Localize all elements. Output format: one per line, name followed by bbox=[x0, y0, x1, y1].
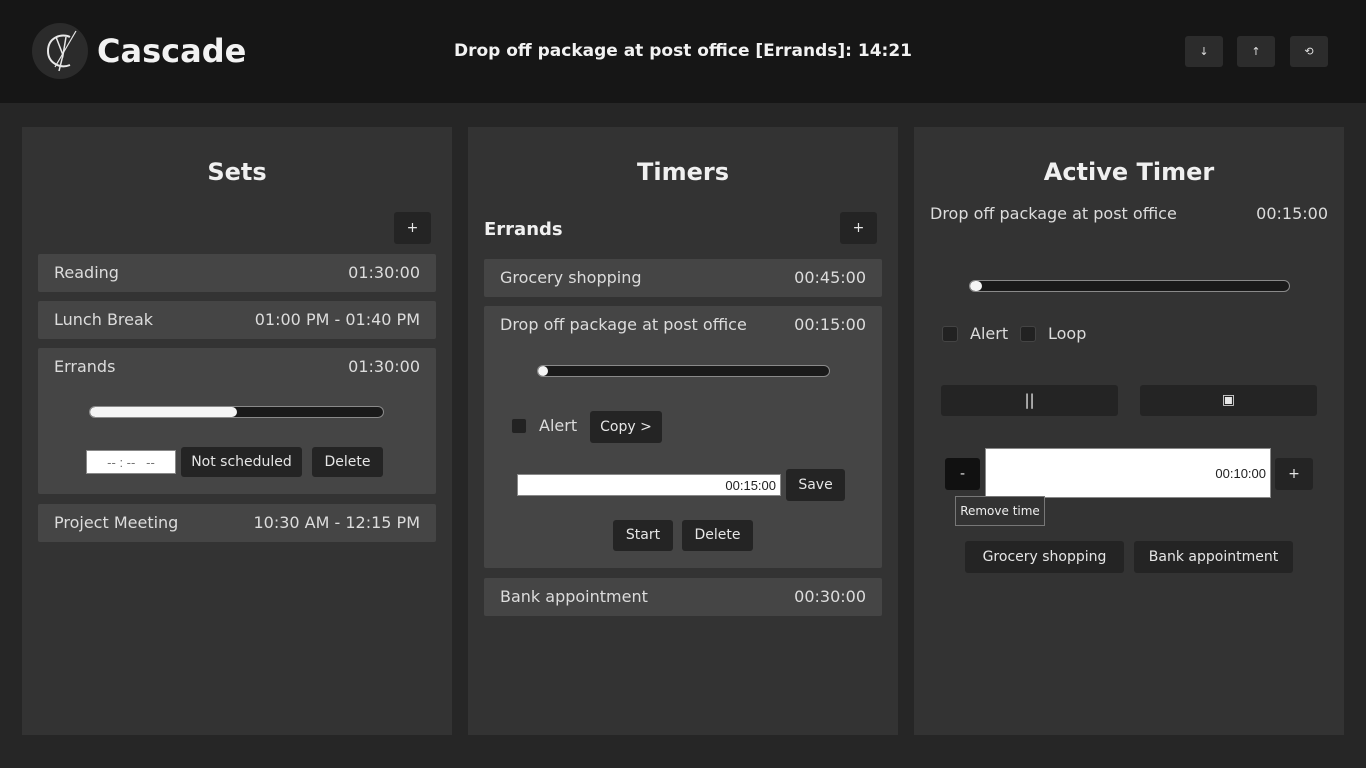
pause-button[interactable]: || bbox=[941, 385, 1118, 416]
timer-alert-label: Alert bbox=[539, 416, 578, 435]
set-schedule-time-input[interactable] bbox=[86, 450, 176, 474]
timer-progress-fill bbox=[538, 366, 548, 376]
set-item-project-meeting[interactable]: Project Meeting 10:30 AM - 12:15 PM bbox=[38, 504, 436, 542]
add-time-button[interactable]: + bbox=[1275, 458, 1313, 490]
active-alert-label: Alert bbox=[970, 324, 1009, 343]
copy-timer-button[interactable]: Copy > bbox=[590, 411, 662, 443]
sets-title: Sets bbox=[207, 158, 267, 186]
save-timer-button[interactable]: Save bbox=[786, 469, 845, 501]
set-time: 01:00 PM - 01:40 PM bbox=[254, 310, 420, 329]
set-name: Project Meeting bbox=[54, 513, 179, 532]
next-timer-grocery-shopping-button[interactable]: Grocery shopping bbox=[965, 541, 1124, 573]
next-timer-bank-appointment-button[interactable]: Bank appointment bbox=[1134, 541, 1293, 573]
reset-button[interactable]: ⟲ bbox=[1290, 36, 1328, 67]
remove-time-button[interactable]: - bbox=[945, 458, 980, 490]
active-loop-checkbox[interactable] bbox=[1020, 326, 1036, 342]
stop-button[interactable]: ▣ bbox=[1140, 385, 1317, 416]
delete-timer-button[interactable]: Delete bbox=[682, 520, 753, 551]
delete-set-button[interactable]: Delete bbox=[312, 447, 383, 477]
timer-time: 00:15:00 bbox=[794, 315, 866, 334]
set-progress-bar bbox=[89, 406, 384, 418]
set-item-lunch-break[interactable]: Lunch Break 01:00 PM - 01:40 PM bbox=[38, 301, 436, 339]
active-timer-progress-bar bbox=[969, 280, 1290, 292]
set-item-reading[interactable]: Reading 01:30:00 bbox=[38, 254, 436, 292]
active-timer-title: Active Timer bbox=[1043, 158, 1215, 186]
timer-progress-bar bbox=[537, 365, 830, 377]
set-time: 01:30:00 bbox=[348, 263, 420, 282]
timers-title: Timers bbox=[636, 158, 729, 186]
current-timer-status: Drop off package at post office [Errands… bbox=[453, 41, 913, 61]
not-scheduled-button[interactable]: Not scheduled bbox=[181, 447, 302, 477]
set-name: Lunch Break bbox=[54, 310, 154, 329]
timer-duration-input[interactable] bbox=[517, 474, 781, 496]
set-name: Errands bbox=[54, 357, 116, 376]
set-time: 01:30:00 bbox=[348, 357, 420, 376]
active-loop-label: Loop bbox=[1048, 324, 1087, 343]
upload-button[interactable]: ↑ bbox=[1237, 36, 1275, 67]
adjust-time-input[interactable] bbox=[985, 448, 1271, 498]
set-name: Reading bbox=[54, 263, 119, 282]
set-time: 10:30 AM - 12:15 PM bbox=[253, 513, 420, 532]
active-timer-name: Drop off package at post office bbox=[930, 204, 1177, 223]
timer-name: Bank appointment bbox=[500, 587, 648, 606]
timer-name: Drop off package at post office bbox=[500, 315, 747, 334]
set-progress-fill bbox=[90, 407, 237, 417]
app-header: Cascade Drop off package at post office … bbox=[0, 0, 1366, 103]
active-timer-progress-fill bbox=[970, 281, 982, 291]
timer-item-grocery-shopping[interactable]: Grocery shopping 00:45:00 bbox=[484, 259, 882, 297]
timer-name: Grocery shopping bbox=[500, 268, 642, 287]
active-alert-checkbox[interactable] bbox=[942, 326, 958, 342]
remove-time-tooltip: Remove time bbox=[955, 496, 1045, 526]
download-button[interactable]: ↓ bbox=[1185, 36, 1223, 67]
timers-set-name: Errands bbox=[484, 219, 563, 240]
start-timer-button[interactable]: Start bbox=[613, 520, 673, 551]
add-timer-button[interactable]: + bbox=[840, 212, 877, 244]
timer-item-bank-appointment[interactable]: Bank appointment 00:30:00 bbox=[484, 578, 882, 616]
timer-time: 00:45:00 bbox=[794, 268, 866, 287]
add-set-button[interactable]: + bbox=[394, 212, 431, 244]
timer-alert-checkbox[interactable] bbox=[511, 418, 527, 434]
active-timer-time: 00:15:00 bbox=[1256, 204, 1328, 223]
timer-time: 00:30:00 bbox=[794, 587, 866, 606]
